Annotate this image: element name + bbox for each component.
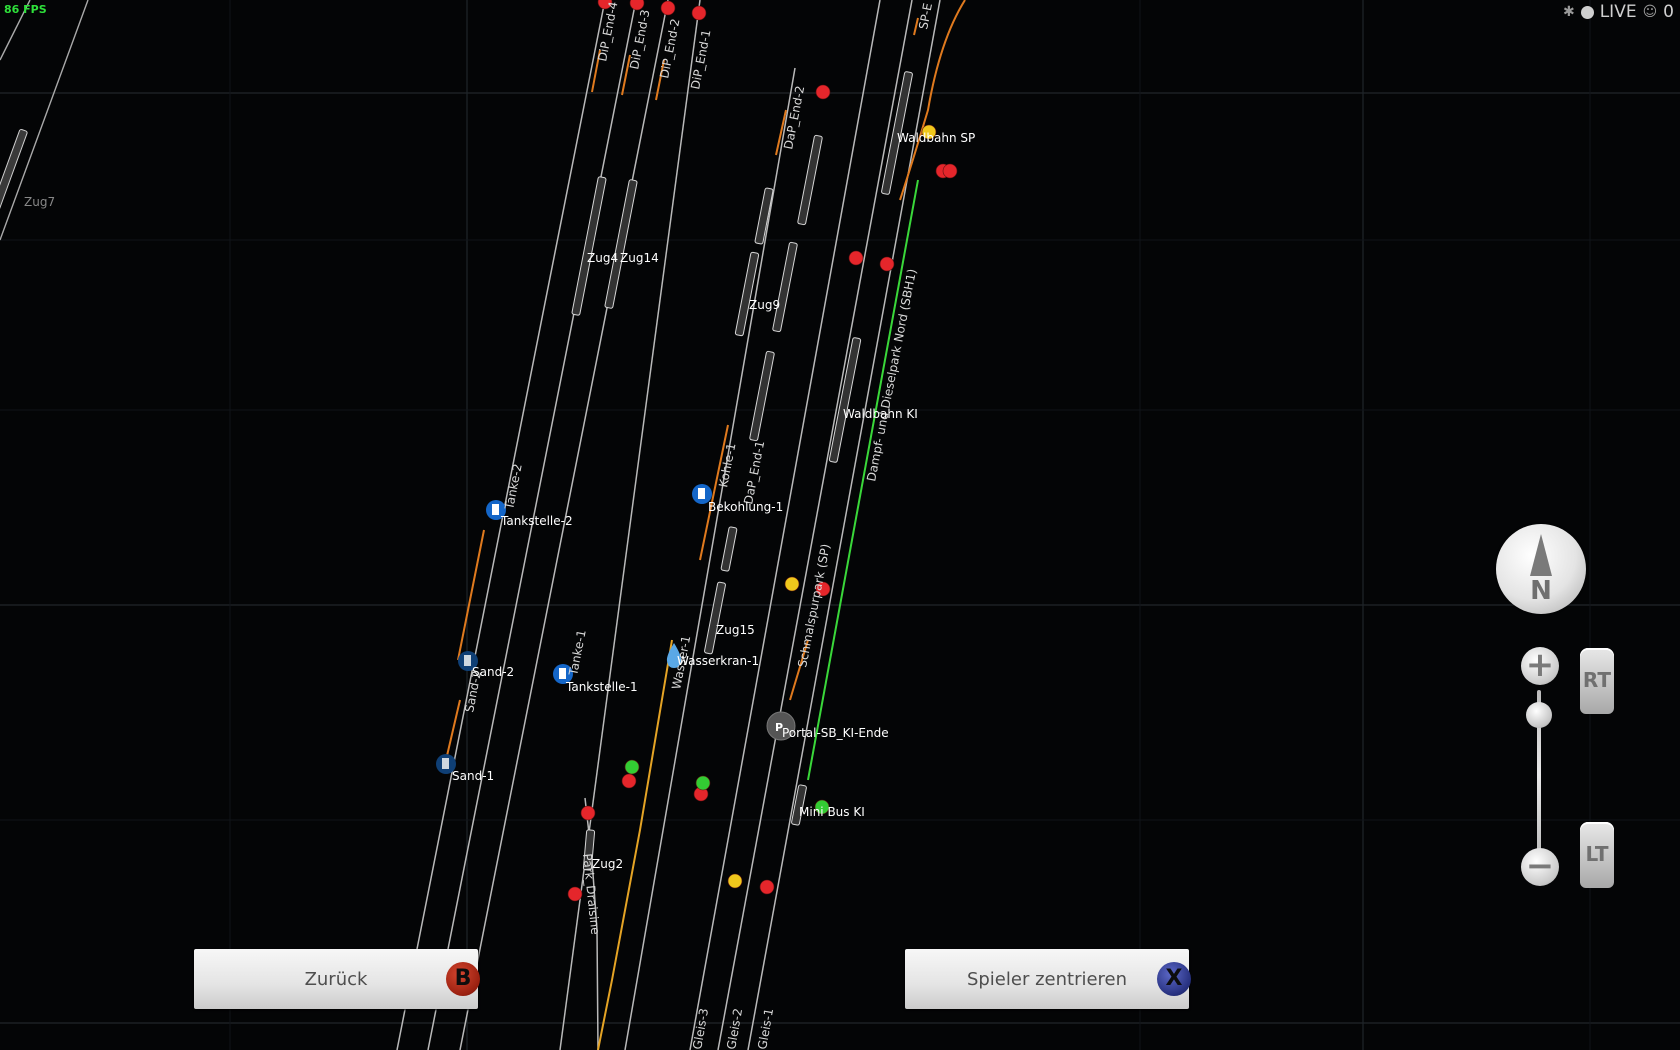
track-label-tanke-1: Tanke-1 bbox=[566, 629, 589, 678]
trains bbox=[571, 71, 913, 871]
fps-counter: 86 FPS bbox=[4, 3, 47, 16]
label-portal: Portal-SB_KI-Ende bbox=[782, 726, 889, 740]
gamepad-x-icon: X bbox=[1157, 962, 1191, 996]
track-label-gleis-2: Gleis-2 bbox=[724, 1007, 745, 1050]
signal-red bbox=[848, 250, 864, 266]
track-label-dap-end-1: DaP_End-1 bbox=[741, 439, 767, 505]
zoom-slider-thumb[interactable] bbox=[1526, 702, 1552, 728]
status-bar: ✱ LIVE ☺ 0 bbox=[1563, 2, 1674, 22]
track-label-sp-end: SP-E bbox=[916, 2, 935, 31]
compass-needle-icon bbox=[1530, 534, 1552, 576]
label-zug2: Zug2 bbox=[592, 857, 623, 871]
player-count: 0 bbox=[1663, 2, 1674, 22]
live-indicator-icon bbox=[1580, 5, 1594, 19]
players-icon: ☺ bbox=[1642, 4, 1658, 20]
track-label-dip-end-3: DiP_End-3 bbox=[627, 8, 652, 70]
label-zug7: Zug7 bbox=[24, 195, 55, 209]
zoom-in-button[interactable]: + bbox=[1521, 647, 1559, 685]
train-dap-b[interactable] bbox=[749, 350, 775, 442]
label-bekohlung-1: Bekohlung-1 bbox=[708, 500, 783, 514]
label-tankstelle-2: Tankstelle-2 bbox=[500, 514, 573, 528]
train-zug4[interactable] bbox=[571, 176, 607, 316]
signal-yellow bbox=[727, 873, 743, 889]
train-zug14[interactable] bbox=[604, 179, 638, 309]
bug-icon: ✱ bbox=[1562, 4, 1575, 20]
label-zug9: Zug9 bbox=[749, 298, 780, 312]
train-zug9-a[interactable] bbox=[754, 187, 774, 245]
tracks bbox=[396, 0, 941, 1050]
signal-red bbox=[629, 0, 645, 11]
signal-red bbox=[759, 879, 775, 895]
signal-red bbox=[691, 5, 707, 21]
label-waldbahn-sp: Waldbahn SP bbox=[897, 131, 975, 145]
signal-yellow bbox=[784, 576, 800, 592]
label-waldbahn-ki: Waldbahn KI bbox=[843, 407, 918, 421]
map-grid bbox=[0, 0, 1680, 1050]
label-zug4: Zug4 bbox=[587, 251, 618, 265]
train-zug15-a[interactable] bbox=[720, 526, 738, 572]
train-zug15-b[interactable] bbox=[704, 581, 726, 655]
signal-red bbox=[879, 256, 895, 272]
track-label-kohle-1: Kohle-1 bbox=[716, 442, 738, 489]
signal-green bbox=[624, 759, 640, 775]
track-section-green bbox=[807, 179, 919, 781]
signal-red bbox=[660, 0, 676, 16]
label-sand-1: Sand-1 bbox=[452, 769, 494, 783]
compass[interactable]: N bbox=[1496, 524, 1586, 614]
center-player-label: Spieler zentrieren bbox=[966, 968, 1128, 990]
label-zug14: Zug14 bbox=[620, 251, 659, 265]
train-dap-a[interactable] bbox=[797, 134, 823, 226]
label-mini-bus: Mini Bus KI bbox=[799, 805, 865, 819]
track-label-gleis-1: Gleis-1 bbox=[755, 1007, 776, 1050]
rt-trigger-button[interactable]: RT bbox=[1580, 648, 1614, 714]
label-zug15: Zug15 bbox=[716, 623, 755, 637]
signal-green bbox=[695, 775, 711, 791]
gamepad-b-icon: B bbox=[446, 962, 480, 996]
signal-red bbox=[567, 886, 583, 902]
compass-north-label: N bbox=[1530, 576, 1552, 606]
track-label-dampf-dieselpark: Dampf- und Dieselpark Nord (SBH1) bbox=[864, 268, 919, 483]
track-label-gleis-3: Gleis-3 bbox=[690, 1007, 711, 1050]
track-label-tanke-2: Tanke-2 bbox=[502, 463, 525, 512]
signal-red bbox=[621, 773, 637, 789]
train-waldbahn-ki[interactable] bbox=[828, 337, 862, 463]
back-button[interactable]: Zurück B bbox=[194, 949, 480, 1009]
signal-red bbox=[815, 84, 831, 100]
label-wasserkran-1: Wasserkran-1 bbox=[677, 654, 759, 668]
signal-red bbox=[942, 163, 958, 179]
label-tankstelle-1: Tankstelle-1 bbox=[565, 680, 638, 694]
live-label: LIVE bbox=[1599, 2, 1637, 22]
track-map[interactable]: P DiP_End-4 DiP_End-3 DiP_End-2 DiP_End-… bbox=[0, 0, 1680, 1050]
zoom-out-button[interactable]: − bbox=[1521, 848, 1559, 886]
center-player-button[interactable]: Spieler zentrieren X bbox=[905, 949, 1191, 1009]
lt-trigger-button[interactable]: LT bbox=[1580, 822, 1614, 888]
label-sand-2: Sand-2 bbox=[472, 665, 514, 679]
back-button-label: Zurück bbox=[304, 968, 368, 990]
track-label-dip-end-2: DiP_End-2 bbox=[657, 17, 682, 79]
train-zug9-c[interactable] bbox=[772, 241, 798, 333]
signal-red bbox=[580, 805, 596, 821]
